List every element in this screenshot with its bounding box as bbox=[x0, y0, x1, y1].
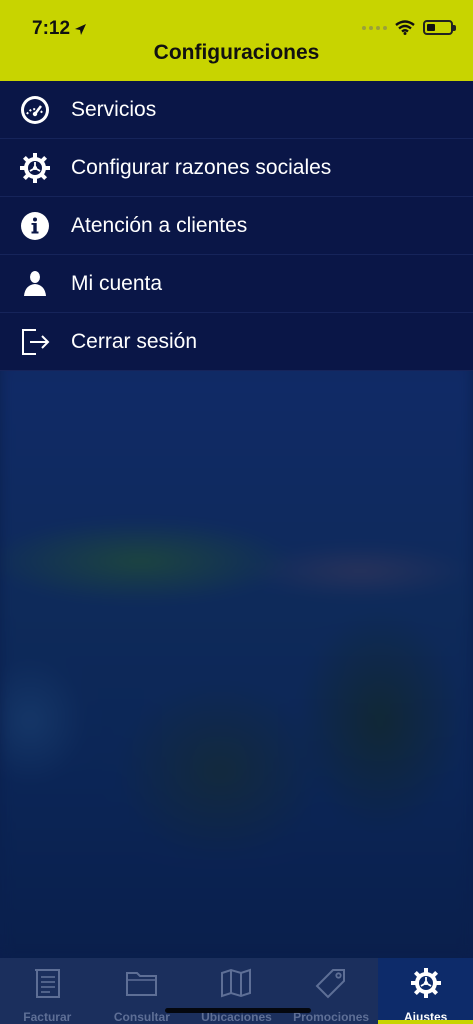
page-title: Configuraciones bbox=[153, 41, 320, 64]
tab-consultar[interactable]: Consultar bbox=[95, 958, 190, 1024]
menu-item-razones-sociales[interactable]: Configurar razones sociales bbox=[0, 139, 473, 197]
gear-icon bbox=[18, 151, 52, 185]
tab-ajustes[interactable]: Ajustes bbox=[378, 958, 473, 1024]
location-arrow-icon bbox=[75, 23, 87, 35]
tab-label: Consultar bbox=[113, 1010, 170, 1024]
menu-item-servicios[interactable]: Servicios bbox=[0, 81, 473, 139]
tab-ubicaciones[interactable]: Ubicaciones bbox=[189, 958, 284, 1024]
user-icon bbox=[18, 267, 52, 301]
folder-icon bbox=[125, 966, 159, 1000]
status-indicators bbox=[362, 20, 456, 35]
menu-item-label: Cerrar sesión bbox=[71, 329, 198, 353]
menu-item-label: Atención a clientes bbox=[71, 213, 248, 237]
menu-item-label: Configurar razones sociales bbox=[71, 155, 332, 179]
settings-menu: Servicios Configurar razones sociales At… bbox=[0, 81, 473, 371]
menu-item-mi-cuenta[interactable]: Mi cuenta bbox=[0, 255, 473, 313]
signal-icon bbox=[362, 25, 387, 30]
menu-item-label: Servicios bbox=[71, 97, 157, 121]
menu-item-atencion-clientes[interactable]: Atención a clientes bbox=[0, 197, 473, 255]
logout-icon bbox=[18, 325, 52, 359]
header: 7:12 Configuraciones bbox=[0, 0, 473, 81]
status-time: 7:12 bbox=[32, 18, 87, 40]
menu-item-cerrar-sesion[interactable]: Cerrar sesión bbox=[0, 313, 473, 371]
info-icon bbox=[18, 209, 52, 243]
tab-promociones[interactable]: Promociones bbox=[284, 958, 379, 1024]
speedometer-icon bbox=[18, 93, 52, 127]
invoice-icon bbox=[30, 966, 64, 1000]
wifi-icon bbox=[395, 20, 415, 35]
tab-facturar[interactable]: Facturar bbox=[0, 958, 95, 1024]
menu-item-label: Mi cuenta bbox=[71, 271, 163, 295]
tab-label: Facturar bbox=[23, 1010, 72, 1024]
map-icon bbox=[219, 966, 253, 1000]
tab-bar: Facturar Consultar Ubicaciones Promocion… bbox=[0, 958, 473, 1024]
tag-icon bbox=[314, 966, 348, 1000]
battery-icon bbox=[423, 20, 456, 35]
gear-icon bbox=[409, 966, 443, 1000]
tab-label: Ajustes bbox=[403, 1010, 448, 1024]
home-indicator[interactable] bbox=[165, 1008, 311, 1013]
